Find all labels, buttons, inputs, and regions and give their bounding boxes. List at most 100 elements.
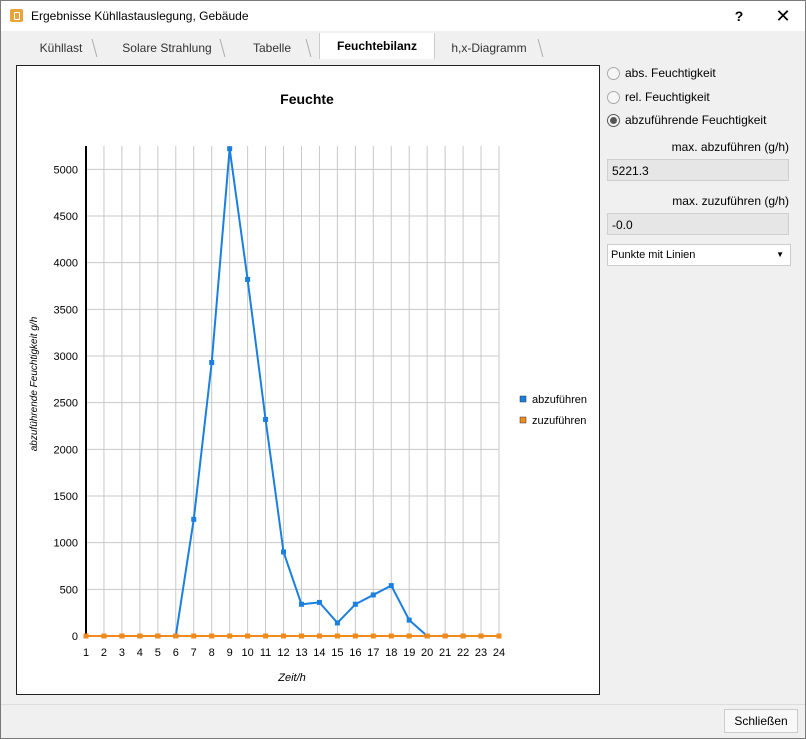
data-point <box>209 360 215 366</box>
data-point <box>245 276 251 282</box>
x-tick-label: 23 <box>475 647 487 659</box>
data-point <box>406 617 412 623</box>
data-point <box>316 633 322 639</box>
series-line <box>86 148 499 637</box>
data-point <box>316 599 322 605</box>
data-point <box>209 633 215 639</box>
legend-swatch <box>519 416 527 424</box>
data-point <box>370 633 376 639</box>
data-point <box>137 633 143 639</box>
display-mode-value: Punkte mit Linien <box>611 249 696 261</box>
y-tick-label: 4000 <box>54 258 78 270</box>
chart-title: Feuchte <box>280 91 334 107</box>
data-point <box>298 601 304 607</box>
close-button[interactable]: Schließen <box>724 709 798 733</box>
max-abzufuehren-label: max. abzuführen (g/h) <box>671 140 789 154</box>
x-axis-label: Zeit/h <box>277 672 306 684</box>
x-tick-label: 22 <box>457 647 469 659</box>
y-tick-label: 2000 <box>54 444 78 456</box>
x-tick-label: 11 <box>260 647 271 659</box>
tab-tabelle[interactable]: Tabelle <box>237 37 307 59</box>
dialog-window: Ergebnisse Kühllastauslegung, Gebäude ? … <box>0 0 806 739</box>
data-point <box>83 633 89 639</box>
display-mode-select[interactable]: Punkte mit Linien ▼ <box>607 244 791 266</box>
tab-kuehllast[interactable]: Kühllast <box>29 37 93 59</box>
x-tick-label: 19 <box>403 647 415 659</box>
x-tick-label: 20 <box>421 647 433 659</box>
y-tick-label: 3500 <box>54 304 78 316</box>
data-point <box>352 601 358 607</box>
y-tick-label: 1500 <box>54 491 78 503</box>
y-tick-label: 4500 <box>54 211 78 223</box>
chart-panel: Feuchte 0 500 1000 1500 2000 2500 3000 3500 4000… <box>16 65 600 695</box>
radio-button[interactable] <box>607 90 620 104</box>
radio-rel-feuchtigkeit[interactable]: rel. Feuchtigkeit <box>607 88 710 106</box>
legend-label: zuzuführen <box>532 415 586 427</box>
data-point <box>245 633 251 639</box>
tab-feuchtebilanz[interactable]: Feuchtebilanz <box>319 33 435 59</box>
data-point <box>298 633 304 639</box>
data-point <box>424 633 430 639</box>
tab-solare-strahlung[interactable]: Solare Strahlung <box>113 37 221 59</box>
data-point <box>406 633 412 639</box>
data-point <box>191 516 197 522</box>
data-point <box>460 633 466 639</box>
data-point <box>442 633 448 639</box>
x-tick-label: 6 <box>173 647 179 659</box>
data-point <box>227 146 233 152</box>
data-point <box>370 592 376 598</box>
x-tick-label: 14 <box>313 647 325 659</box>
x-tick-label: 9 <box>227 647 233 659</box>
x-tick-label: 13 <box>295 647 307 659</box>
x-tick-label: 24 <box>493 647 505 659</box>
data-point <box>155 633 161 639</box>
data-point <box>388 583 394 589</box>
y-tick-label: 1000 <box>54 538 78 550</box>
x-tick-label: 16 <box>349 647 361 659</box>
x-tick-label: 3 <box>119 647 125 659</box>
tab-hx-diagramm[interactable]: h,x-Diagramm <box>439 37 539 59</box>
radio-abzufuehrende-feuchtigkeit[interactable]: abzuführende Feuchtigkeit <box>607 111 766 129</box>
data-point <box>281 633 287 639</box>
max-abzufuehren-field[interactable]: 5221.3 <box>607 159 789 181</box>
data-point <box>173 633 179 639</box>
radio-button[interactable] <box>607 113 620 127</box>
y-tick-label: 0 <box>72 631 78 643</box>
radio-button[interactable] <box>607 66 620 80</box>
y-axis-label: abzuführende Feuchtigkeit g/h <box>29 316 40 451</box>
help-button[interactable]: ? <box>729 5 749 27</box>
y-tick-label: 3000 <box>54 351 78 363</box>
chevron-down-icon: ▼ <box>776 250 784 259</box>
data-point <box>191 633 197 639</box>
data-point <box>281 549 287 555</box>
data-point <box>388 633 394 639</box>
radio-label: rel. Feuchtigkeit <box>625 90 710 104</box>
chart-grid <box>85 146 500 637</box>
y-tick-label: 2500 <box>54 398 78 410</box>
data-point <box>352 633 358 639</box>
legend-label: abzuführen <box>532 394 587 406</box>
y-tick-label: 5000 <box>54 164 78 176</box>
x-tick-label: 5 <box>155 647 161 659</box>
footer-divider <box>1 704 805 705</box>
y-axis-ticks: 0 500 1000 1500 2000 2500 3000 3500 4000 4500 5000 <box>54 164 78 643</box>
data-point <box>263 416 269 422</box>
x-tick-label: 4 <box>137 647 143 659</box>
app-icon <box>10 9 23 22</box>
radio-label: abzuführende Feuchtigkeit <box>625 113 767 127</box>
x-tick-label: 17 <box>367 647 379 659</box>
x-tick-label: 12 <box>277 647 289 659</box>
max-zuzufuehren-label: max. zuzuführen (g/h) <box>672 194 789 208</box>
close-icon[interactable]: ✕ <box>771 5 795 27</box>
data-point <box>119 633 125 639</box>
title-bar: Ergebnisse Kühllastauslegung, Gebäude ? … <box>1 1 805 31</box>
max-zuzufuehren-field[interactable]: -0.0 <box>607 213 789 235</box>
x-tick-label: 1 <box>83 647 89 659</box>
data-point <box>263 633 269 639</box>
data-point <box>496 633 502 639</box>
options-panel: abs. Feuchtigkeit rel. Feuchtigkeit abzu… <box>601 59 801 699</box>
chart-legend: abzuführen zuzuführen <box>519 394 587 427</box>
radio-abs-feuchtigkeit[interactable]: abs. Feuchtigkeit <box>607 64 716 82</box>
data-point <box>334 620 340 626</box>
chart-series <box>83 146 502 639</box>
